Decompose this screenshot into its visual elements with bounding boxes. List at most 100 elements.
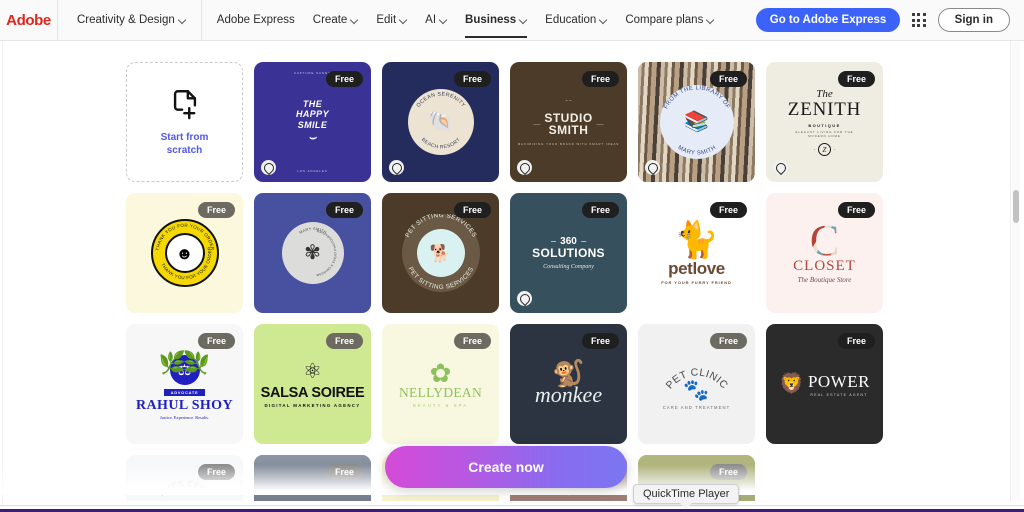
chevron-down-icon [520,16,527,23]
svg-text:MARY SMITH: MARY SMITH [676,145,717,157]
start-from-scratch-card[interactable]: Start from scratch [126,62,243,182]
nav-item-adobe-express[interactable]: Adobe Express [200,0,304,41]
vertical-scrollbar[interactable] [1012,42,1020,500]
animated-template-icon [517,160,532,175]
free-badge: Free [837,202,875,218]
nav-item-business[interactable]: Business [456,0,536,41]
template-card-monkee[interactable]: 🐒 monkee Free [510,324,627,444]
template-card-happy-smile[interactable]: CAPTURE SUNNY THE HAPPY SMILE ⌣ LOS ANGELE… [254,62,371,182]
go-to-adobe-express-button[interactable]: Go to Adobe Express [755,8,901,32]
free-badge: Free [581,202,619,218]
animated-template-icon [261,160,276,175]
free-badge: Free [581,71,619,87]
free-badge: Free [325,464,363,480]
free-badge: Free [325,333,363,349]
thumb-title: CLOSET [793,257,856,274]
create-now-button[interactable]: Create now [385,446,627,488]
template-card-pet-sitting[interactable]: PET SITTING SERVICES PET SITTING SERVICE… [382,193,499,313]
nav-item-label: Education [545,14,597,26]
template-card-pet-clinic[interactable]: PET CLINIC 🐾 CARE AND TREATMENT Free [638,324,755,444]
thumb-subtitle: MAXIMIZING YOUR BRAND WITH SMART IDEAS [517,142,620,146]
nav-item-edit[interactable]: Edit [367,0,416,41]
thumb-monogram: C [809,216,840,266]
free-badge: Free [709,202,747,218]
template-grid: Start from scratch CAPTURE SUNNY THE HAPP… [126,62,883,501]
template-card-nellydean[interactable]: ✿ NELLYDEAN BEAUTY & SPA Free [382,324,499,444]
nav-item-label: AI [425,14,437,26]
free-badge: Free [453,333,491,349]
thumb-title: ZENITH [787,98,862,120]
chevron-down-icon [440,16,447,23]
nav-item-ai[interactable]: AI [416,0,456,41]
app-grid-icon[interactable] [912,13,926,27]
thumb-subtitle: The Boutique Store [797,275,852,284]
thumb-title: petlove [668,258,725,278]
thumb-subtitle: Consulting Company [543,263,594,270]
thumb-bottom-text: LOS ANGELES [297,168,328,173]
template-card-ocean-serenity[interactable]: OCEAN SERENITY BEACH RESORT 🐚 Free [382,62,499,182]
template-card-salsa-soiree[interactable]: ⚛ SALSA SOIREE DIGITAL MARKETING AGENCY … [254,324,371,444]
nav-item-education[interactable]: Education [536,0,616,41]
chevron-down-icon [179,16,186,23]
template-card-the-zenith[interactable]: The ZENITH BOUTIQUE ELEGANT LIVING FOR T… [766,62,883,182]
thumb-title: RAHUL SHOY [136,398,233,413]
template-card-petlove[interactable]: 🐈 petlove FOR YOUR FURRY FRIEND Free [638,193,755,313]
nav-item-label: Create [312,14,348,26]
thumb-top-text: CAPTURE SUNNY [294,71,331,75]
template-card-partial-1[interactable]: AMES CENT Free [126,455,243,501]
free-badge: Free [837,333,875,349]
browser-page: Adobe Creativity & Design Adobe Express Cr… [0,0,1024,512]
template-card-360-solutions[interactable]: –360– SOLUTIONS Consulting Company Free [510,193,627,313]
template-card-library-mary-smith[interactable]: FROM THE LIBRARY OF MARY SMITH 📚 Free [638,62,755,182]
start-from-scratch-label: Start from scratch [160,132,209,156]
nav-item-creativity-design[interactable]: Creativity & Design [68,0,195,41]
thumb-subtitle: Justice. Experience. Results. [159,415,210,420]
nav-item-label: Edit [376,14,397,26]
template-card-closet[interactable]: C CLOSET The Boutique Store Free [766,193,883,313]
thumb-monogram: Z [818,143,831,157]
chevron-down-icon [600,16,607,23]
animated-template-icon [517,291,532,306]
free-badge: Free [197,202,235,218]
animated-template-icon [645,160,660,175]
chevron-down-icon [707,16,714,23]
template-card-mary-smith-floral[interactable]: MARY SMITH WEDDING & EVENT PHOTOGRAPHER … [254,193,371,313]
free-badge: Free [325,202,363,218]
template-card-partial-2[interactable]: Free [254,455,371,501]
free-badge: Free [709,333,747,349]
nav-item-label: Creativity & Design [77,14,175,26]
animated-template-icon [773,160,788,175]
svg-text:WEDDING & EVENT PHOTOGRAPHER: WEDDING & EVENT PHOTOGRAPHER [315,229,337,278]
nav-item-label: Adobe Express [216,14,295,26]
thumb-subtitle: FOR YOUR FURRY FRIEND [661,279,732,285]
adobe-logo[interactable]: Adobe [0,0,58,41]
document-plus-icon [168,87,202,126]
template-card-power[interactable]: 🦁 POWER REAL ESTATE AGENT Free [766,324,883,444]
scrollbar-thumb[interactable] [1013,190,1019,223]
template-card-thank-you-smiley[interactable]: THANK YOU FOR YOUR ORDER THANK YOU FOR Y… [126,193,243,313]
adobe-logo-text: Adobe [6,11,51,29]
template-card-studio-smith[interactable]: ⌒ — STUDIO SMITH — MAXIMIZING YOUR BRAND … [510,62,627,182]
left-edge [0,41,3,509]
thumb-subtitle: REAL ESTATE AGENT [810,392,868,397]
nav-item-label: Compare plans [625,14,704,26]
free-badge: Free [197,464,235,480]
sign-in-button[interactable]: Sign in [937,8,1010,32]
free-badge: Free [709,71,747,87]
svg-text:PET CLINIC: PET CLINIC [664,367,729,391]
nav-item-create[interactable]: Create [304,0,368,41]
svg-text:THANK YOU FOR YOUR ORDER: THANK YOU FOR YOUR ORDER [160,246,212,281]
template-card-rahul-shoy[interactable]: 🌿 🌿 ⚖ ADVOCATE RAHUL SHOY Justice. Exper… [126,324,243,444]
svg-text:BEACH RESORT: BEACH RESORT [420,137,462,151]
free-badge: Free [837,71,875,87]
thumb-title: monkee [534,382,603,407]
free-badge: Free [197,333,235,349]
thumb-title: SALSA SOIREE [260,384,365,401]
thumb-title: NELLYDEAN [398,385,483,400]
site-header: Adobe Creativity & Design Adobe Express Cr… [0,0,1024,41]
quicktime-player-tooltip: QuickTime Player [633,484,740,509]
svg-text:PET SITTING SERVICES: PET SITTING SERVICES [406,266,475,291]
nav-item-compare-plans[interactable]: Compare plans [616,0,723,41]
thumb-subtitle: BOUTIQUE [808,122,841,128]
thumb-subtitle: BEAUTY & SPA [412,403,469,408]
